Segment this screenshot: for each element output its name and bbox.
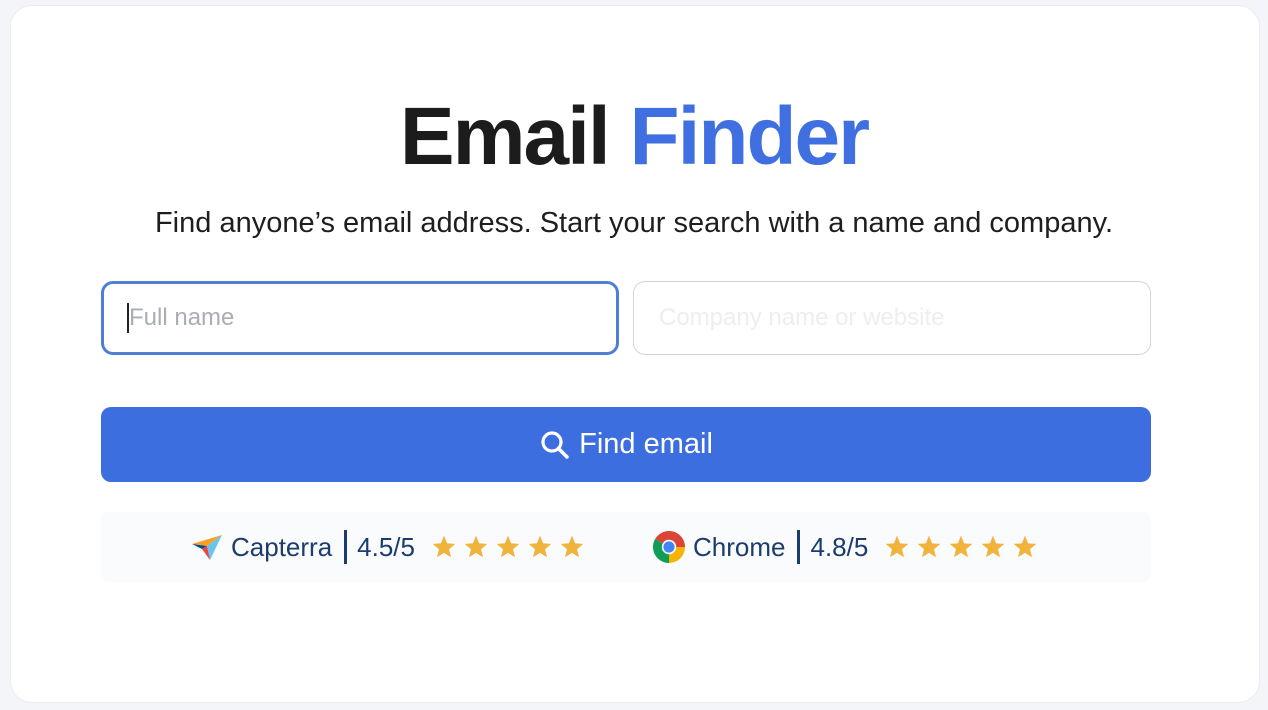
star-icon — [1013, 535, 1037, 558]
star-icon — [981, 535, 1005, 558]
star-icon — [432, 535, 456, 558]
ratings-bar: Capterra 4.5/5 Chrome 4.8/5 — [101, 512, 1151, 582]
page-title: Email Finder — [0, 96, 1268, 178]
star-icon — [560, 535, 584, 558]
company-input[interactable] — [633, 281, 1151, 355]
rating-divider — [344, 530, 348, 564]
title-word-email: Email — [399, 91, 611, 182]
chrome-logo-icon — [652, 530, 685, 563]
star-icon — [885, 535, 909, 558]
title-word-finder: Finder — [629, 91, 871, 182]
rating-score: 4.8/5 — [810, 531, 869, 562]
rating-chrome[interactable]: Chrome 4.8/5 — [651, 512, 1038, 582]
star-icon — [917, 535, 941, 558]
text-caret — [127, 303, 129, 333]
rating-name: Capterra — [231, 531, 333, 562]
find-email-button[interactable]: Find email — [101, 407, 1151, 482]
search-icon — [541, 430, 569, 459]
star-icon — [528, 535, 552, 558]
star-icon — [464, 535, 488, 558]
star-icon — [496, 535, 520, 558]
rating-score: 4.5/5 — [357, 531, 415, 562]
find-email-label: Find email — [579, 428, 713, 460]
rating-stars — [431, 534, 585, 560]
rating-stars — [884, 534, 1038, 560]
page-subtitle: Find anyone’s email address. Start your … — [154, 207, 1114, 239]
star-icon — [949, 535, 973, 558]
capterra-logo-icon — [192, 535, 222, 560]
rating-name: Chrome — [693, 531, 786, 562]
full-name-input[interactable] — [101, 281, 619, 355]
rating-capterra[interactable]: Capterra 4.5/5 — [189, 512, 585, 582]
rating-divider — [797, 530, 801, 564]
